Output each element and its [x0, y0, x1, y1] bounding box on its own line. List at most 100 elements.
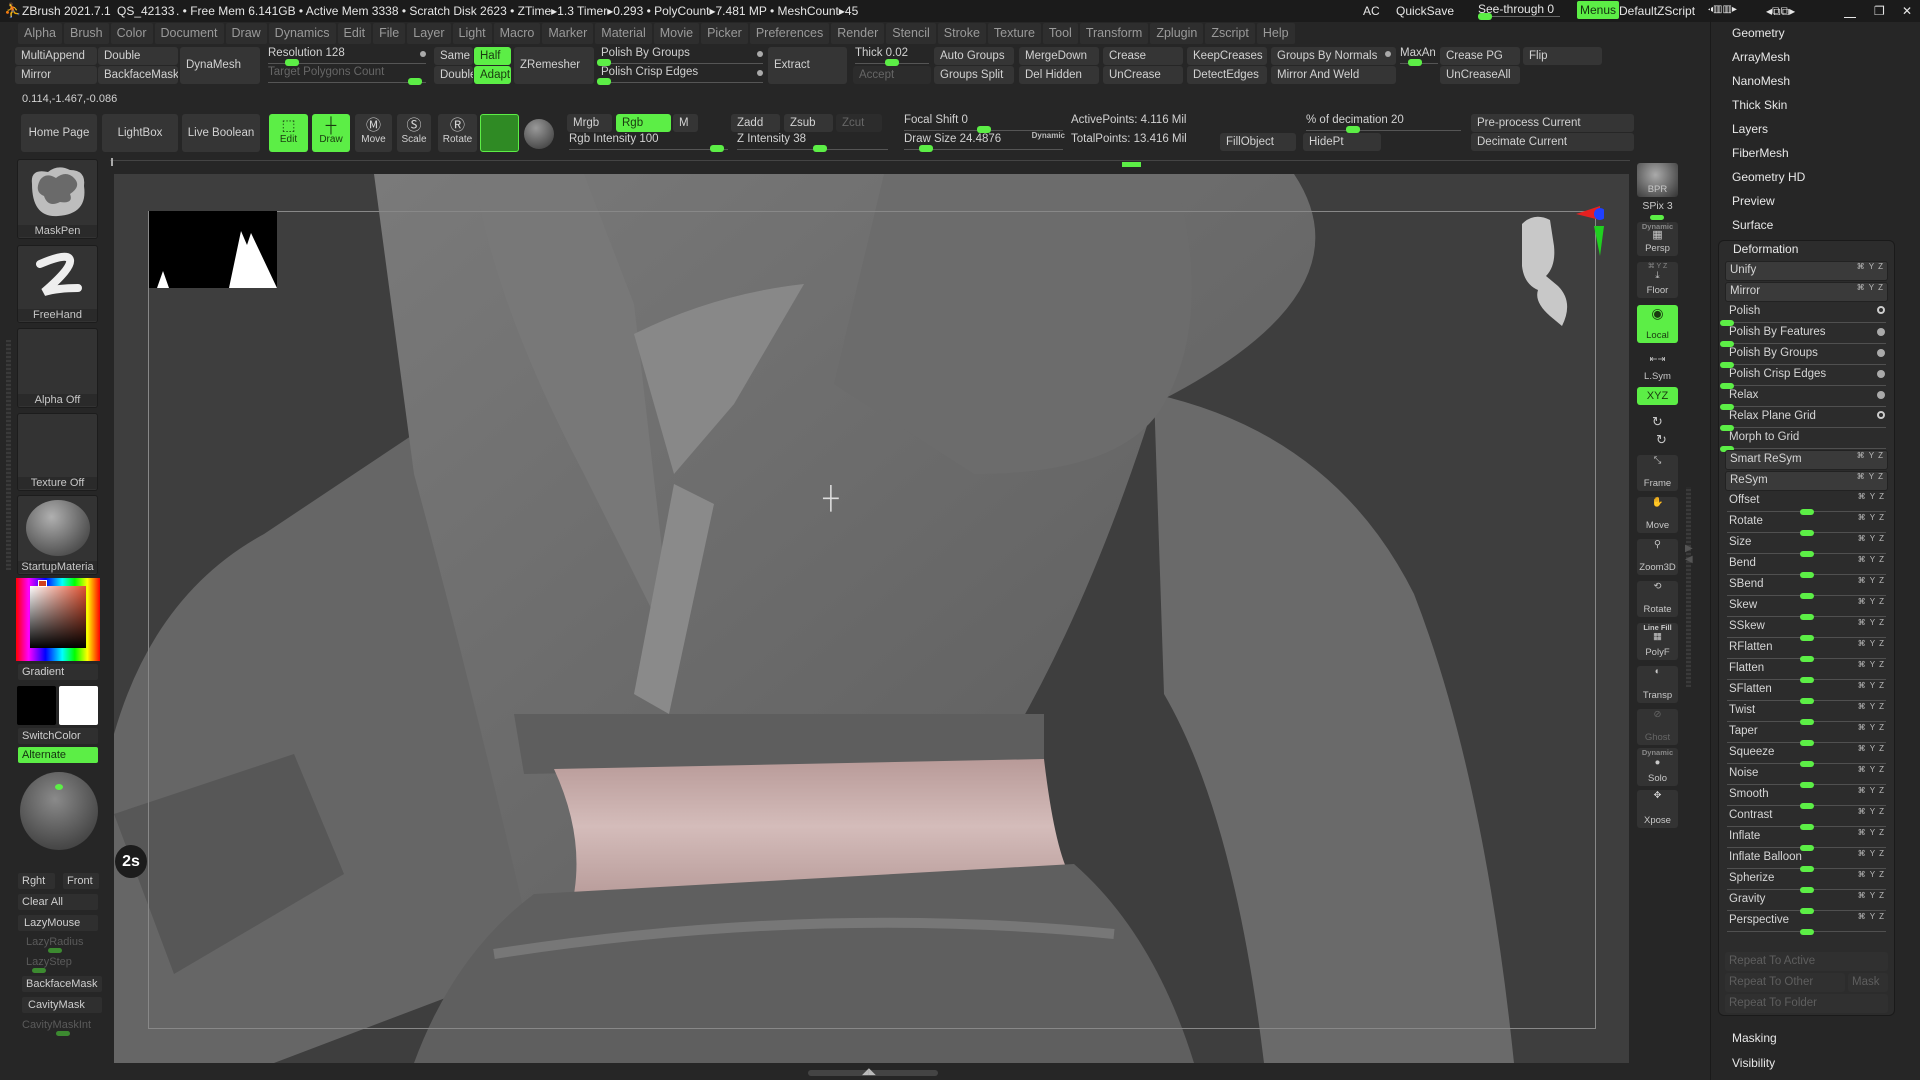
lazystep-slider[interactable]: LazyStep — [18, 954, 98, 970]
deformation-spherize[interactable]: Spherize ⌘ Y Z — [1725, 870, 1888, 893]
backfacemask-toggle[interactable]: BackfaceMask — [22, 976, 102, 992]
axis-toggle-icon[interactable]: ⌘ Y Z — [1858, 555, 1885, 564]
target-polygons-slider[interactable]: Target Polygons Count — [266, 66, 428, 85]
lsym-button[interactable]: ⇤⇥ L.Sym — [1637, 354, 1678, 384]
axis-toggle-icon[interactable]: ⌘ Y Z — [1858, 891, 1885, 900]
switchcolor-button[interactable]: SwitchColor — [18, 728, 98, 744]
zremesher-button[interactable]: ZRemesher — [514, 47, 594, 84]
transparency-button[interactable]: ◐ Transp — [1637, 666, 1678, 703]
live-boolean-button[interactable]: Live Boolean — [182, 114, 260, 152]
material-selector[interactable]: StartupMateria — [17, 495, 98, 575]
floor-button[interactable]: ⌘ Y Z ⤓ Floor — [1637, 262, 1678, 298]
draw-button[interactable]: ┼ Draw — [312, 114, 350, 152]
quicksave-button[interactable]: QuickSave — [1396, 4, 1454, 18]
xpose-button[interactable]: ✥ Xpose — [1637, 790, 1678, 828]
stroke-selector[interactable]: FreeHand — [17, 245, 98, 323]
spix-slider[interactable]: SPix 3 — [1637, 200, 1678, 220]
deformation-mirror[interactable]: Mirror ⌘ Y Z — [1725, 282, 1888, 302]
deformation-slider-track[interactable] — [1727, 677, 1886, 683]
palette-section-layers[interactable]: Layers — [1732, 122, 1768, 136]
menu-tool[interactable]: Tool — [1042, 23, 1078, 44]
rgb-intensity-knob[interactable] — [709, 145, 724, 152]
deformation-relax[interactable]: Relax — [1720, 387, 1888, 410]
deformation-sskew[interactable]: SSkew ⌘ Y Z — [1725, 618, 1888, 641]
deformation-rflatten[interactable]: RFlatten ⌘ Y Z — [1725, 639, 1888, 662]
deformation-relax-plane-grid[interactable]: Relax Plane Grid — [1720, 408, 1888, 431]
axis-toggle-icon[interactable]: ⌘ Y Z — [1858, 744, 1885, 753]
maxan-track[interactable] — [1400, 59, 1438, 66]
deformation-slider-track[interactable] — [1727, 593, 1886, 599]
axis-toggle-icon[interactable]: ⌘ Y Z — [1637, 262, 1678, 270]
menu-zplugin[interactable]: Zplugin — [1150, 23, 1204, 44]
draw-size-track[interactable] — [904, 145, 1063, 152]
preprocess-button[interactable]: Pre-process Current — [1471, 114, 1634, 132]
axis-toggle-icon[interactable]: ⌘ Y Z — [1857, 262, 1884, 271]
draw-size-slider[interactable]: Draw Size 24.4876 Dynamic — [902, 131, 1065, 152]
menu-stencil[interactable]: Stencil — [886, 23, 936, 44]
axis-toggle-icon[interactable]: ⌘ Y Z — [1858, 492, 1885, 501]
menu-brush[interactable]: Brush — [63, 23, 109, 44]
decimation-track[interactable] — [1306, 126, 1461, 133]
deformation-slider-track[interactable] — [1720, 383, 1886, 389]
menu-zscript[interactable]: Zscript — [1205, 23, 1255, 44]
lazymouse-toggle[interactable]: LazyMouse — [18, 915, 98, 931]
target-polygons-track[interactable] — [268, 78, 426, 85]
polish-by-groups-knob[interactable] — [597, 59, 612, 66]
see-through-track[interactable] — [1478, 13, 1560, 20]
deformation-polish-by-groups[interactable]: Polish By Groups — [1720, 345, 1888, 368]
double-button[interactable]: Double — [98, 47, 178, 65]
option-dot-icon[interactable] — [1877, 349, 1885, 357]
axis-toggle-icon[interactable]: ⌘ Y Z — [1858, 765, 1885, 774]
deformation-slider-track[interactable] — [1720, 425, 1886, 431]
crease-button[interactable]: Crease — [1103, 47, 1183, 65]
axis-toggle-icon[interactable]: ⌘ Y Z — [1858, 723, 1885, 732]
menu-render[interactable]: Render — [831, 23, 885, 44]
deformation-slider-track[interactable] — [1727, 866, 1886, 872]
thick-slider[interactable]: Thick 0.02 — [853, 47, 931, 66]
axis-toggle-icon[interactable]: ⌘ Y Z — [1858, 513, 1885, 522]
option-ring-icon[interactable] — [1877, 306, 1885, 314]
menu-alpha[interactable]: Alpha — [18, 23, 62, 44]
rotate-view-button[interactable]: ⟲ Rotate — [1637, 581, 1678, 617]
rotate-y-icon[interactable]: ↻ — [1637, 414, 1678, 432]
palette-section-preview[interactable]: Preview — [1732, 194, 1775, 208]
menu-marker[interactable]: Marker — [542, 23, 594, 44]
repeat-to-active-button[interactable]: Repeat To Active — [1725, 952, 1888, 971]
deformation-slider-track[interactable] — [1727, 530, 1886, 536]
deformation-flatten[interactable]: Flatten ⌘ Y Z — [1725, 660, 1888, 683]
local-symmetry-button[interactable]: ◉ Local — [1637, 305, 1678, 343]
deformation-slider-track[interactable] — [1720, 446, 1886, 452]
right-view-button[interactable]: Rght — [18, 873, 55, 889]
axis-toggle-icon[interactable]: ⌘ Y Z — [1857, 451, 1884, 460]
axis-toggle-icon[interactable]: ⌘ Y Z — [1858, 828, 1885, 837]
gradient-button[interactable]: Gradient — [18, 664, 98, 680]
deformation-title[interactable]: Deformation — [1733, 242, 1798, 256]
option-dot-icon[interactable] — [1877, 370, 1885, 378]
menu-draw[interactable]: Draw — [225, 23, 267, 44]
deformation-gravity[interactable]: Gravity ⌘ Y Z — [1725, 891, 1888, 914]
right-tray-scroll-handle[interactable] — [1686, 487, 1691, 687]
polish-crisp-edges-slider[interactable]: Polish Crisp Edges — [597, 66, 765, 85]
menu-layer[interactable]: Layer — [407, 23, 451, 44]
deformation-slider-knob[interactable] — [1799, 929, 1814, 935]
repeat-to-folder-button[interactable]: Repeat To Folder — [1725, 994, 1888, 1013]
hidept-button[interactable]: HidePt — [1303, 133, 1381, 151]
m-button[interactable]: M — [673, 114, 698, 132]
rgb-intensity-track[interactable] — [569, 145, 728, 152]
double2-button[interactable]: Double — [434, 66, 473, 84]
light-position-marker[interactable] — [55, 784, 63, 790]
deformation-slider-track[interactable] — [1727, 698, 1886, 704]
clear-all-button[interactable]: Clear All — [18, 894, 98, 910]
deformation-slider-track[interactable] — [1727, 509, 1886, 515]
palette-section-geometry-hd[interactable]: Geometry HD — [1732, 170, 1805, 184]
hue-marker[interactable] — [38, 580, 47, 587]
maxan-slider[interactable]: MaxAn — [1398, 47, 1440, 66]
del-hidden-button[interactable]: Del Hidden — [1019, 66, 1099, 84]
bpr-render-button[interactable]: BPR — [1637, 163, 1678, 197]
deformation-slider-track[interactable] — [1727, 782, 1886, 788]
maxan-knob[interactable] — [1408, 59, 1423, 66]
axis-toggle-icon[interactable]: ⌘ Y Z — [1857, 472, 1884, 481]
menu-stroke[interactable]: Stroke — [937, 23, 986, 44]
palette-section-visibility[interactable]: Visibility — [1732, 1056, 1775, 1070]
deformation-skew[interactable]: Skew ⌘ Y Z — [1725, 597, 1888, 620]
